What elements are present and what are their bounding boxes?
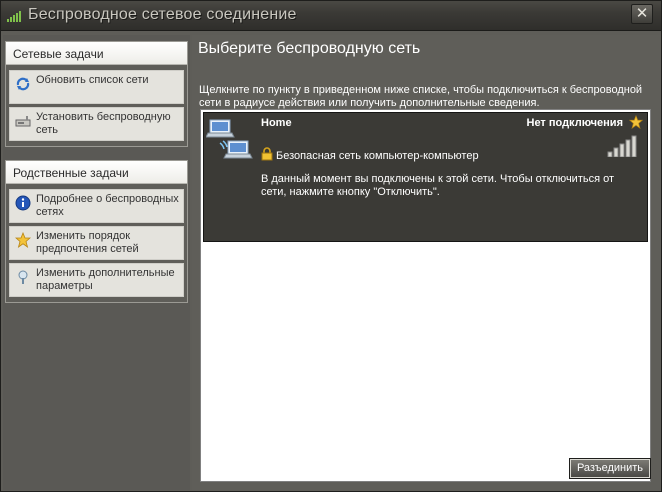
change-preferred-order-link[interactable]: Изменить порядок предпочтения сетей — [9, 226, 184, 260]
learn-wireless-link[interactable]: Подробнее о беспроводных сетях — [9, 189, 184, 223]
wireless-network-icon — [7, 11, 21, 22]
change-advanced-settings-link[interactable]: Изменить дополнительные параметры — [9, 263, 184, 297]
network-name: Home — [261, 117, 292, 129]
network-tasks-header[interactable]: Сетевые задачи — [6, 42, 187, 65]
star-icon — [15, 232, 31, 248]
page-title: Выберите беспроводную сеть — [198, 40, 421, 57]
task-sidebar: Сетевые задачи Обновить список сети Уста… — [3, 35, 190, 490]
wireless-connection-window: Беспроводное сетевое соединение ✕ Сетевы… — [0, 0, 662, 492]
network-security-type: Безопасная сеть компьютер-компьютер — [276, 150, 479, 162]
refresh-network-list-label: Обновить список сети — [36, 74, 149, 86]
main-pane: Выберите беспроводную сеть Щелкните по п… — [192, 35, 661, 490]
network-list-item[interactable]: Home Нет подключения Безопасная сеть ком… — [203, 112, 648, 242]
close-button[interactable]: ✕ — [631, 4, 653, 24]
related-tasks-header[interactable]: Родственные задачи — [6, 161, 187, 184]
learn-wireless-label: Подробнее о беспроводных сетях — [36, 193, 179, 218]
related-tasks-panel: Родственные задачи Подробнее о беспровод… — [5, 160, 188, 303]
network-tasks-panel: Сетевые задачи Обновить список сети Уста… — [5, 41, 188, 147]
page-description: Щелкните по пункту в приведенном ниже сп… — [199, 84, 643, 109]
disconnect-button[interactable]: Разъединить — [569, 458, 651, 479]
setup-network-icon — [15, 116, 31, 127]
network-info-text: В данный момент вы подключены к этой сет… — [261, 173, 615, 198]
setup-wireless-network-link[interactable]: Установить беспроводную сеть — [9, 107, 184, 141]
lock-icon — [261, 147, 273, 161]
advanced-settings-icon — [18, 270, 28, 284]
computer-to-computer-icon — [206, 119, 253, 159]
window-title: Беспроводное сетевое соединение — [28, 6, 297, 23]
refresh-network-list-link[interactable]: Обновить список сети — [9, 70, 184, 104]
change-preferred-order-label: Изменить порядок предпочтения сетей — [36, 230, 139, 255]
preferred-star-icon — [629, 115, 643, 129]
network-list[interactable]: Home Нет подключения Безопасная сеть ком… — [200, 109, 651, 482]
title-bar[interactable]: Беспроводное сетевое соединение ✕ — [1, 1, 661, 31]
info-icon — [15, 195, 31, 211]
refresh-icon — [16, 77, 30, 91]
signal-strength-icon — [607, 135, 637, 157]
network-status: Нет подключения — [526, 117, 624, 129]
change-advanced-settings-label: Изменить дополнительные параметры — [36, 267, 175, 292]
setup-wireless-network-label: Установить беспроводную сеть — [36, 111, 171, 136]
